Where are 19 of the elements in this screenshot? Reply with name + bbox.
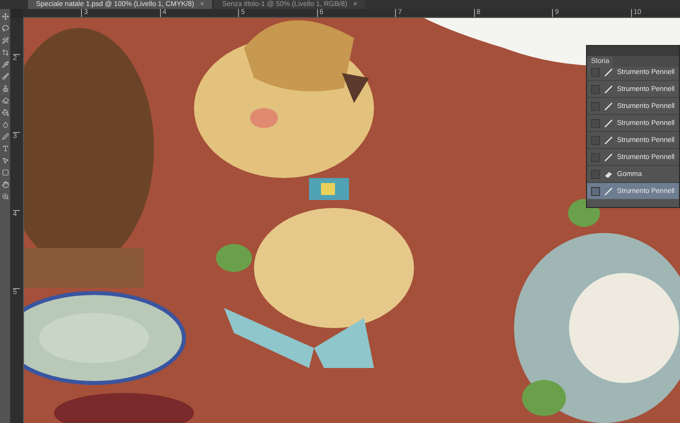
- stamp-icon[interactable]: [2, 85, 8, 92]
- eyedropper-icon[interactable]: [2, 61, 8, 68]
- eraser-icon[interactable]: [2, 97, 8, 104]
- drop-icon[interactable]: [2, 121, 8, 128]
- lasso-icon[interactable]: [2, 25, 8, 32]
- paint-bucket-icon[interactable]: [2, 109, 8, 116]
- brush-icon: [604, 186, 613, 196]
- rectangle-icon[interactable]: [2, 169, 8, 176]
- pointer-icon[interactable]: [2, 157, 8, 164]
- crop-icon[interactable]: [2, 49, 8, 56]
- move-icon[interactable]: [2, 13, 8, 20]
- zoom-icon[interactable]: [2, 193, 8, 200]
- pen-icon[interactable]: [2, 133, 8, 140]
- magic-wand-icon[interactable]: [2, 37, 8, 44]
- hand-icon[interactable]: [2, 181, 8, 188]
- eraser-icon: [604, 170, 613, 178]
- checkbox[interactable]: [591, 186, 600, 196]
- brush-icon[interactable]: [2, 73, 8, 80]
- type-icon[interactable]: [2, 145, 8, 152]
